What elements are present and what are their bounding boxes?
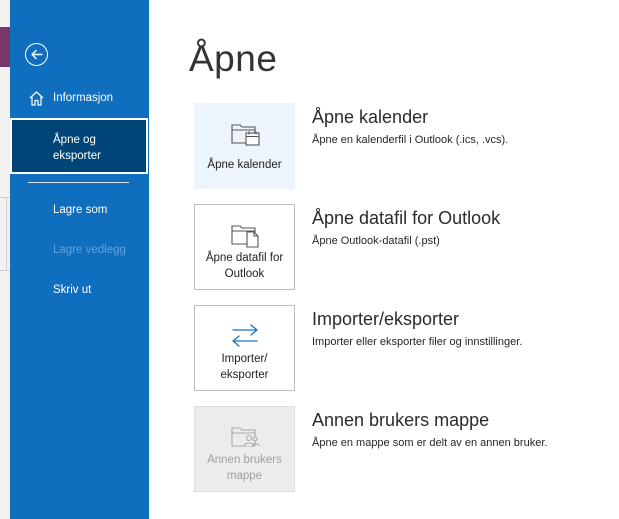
option-title: Annen brukers mappe <box>312 410 490 430</box>
background-divider <box>0 197 10 198</box>
open-datafile-icon <box>231 225 259 248</box>
open-calendar-icon <box>231 124 260 146</box>
open-calendar-button[interactable]: Åpne kalender <box>194 103 295 189</box>
other-user-folder-button: Annen brukers mappe <box>194 406 295 492</box>
nav-item-informasjon[interactable]: Informasjon <box>10 88 149 110</box>
tile-label: Åpne datafil for Outlook <box>205 252 284 280</box>
option-title: Importer/eksporter <box>312 309 460 329</box>
nav-item-label: Skriv ut <box>53 284 92 296</box>
option-title: Åpne datafil for Outlook <box>312 208 501 228</box>
tile-label: Importer/ eksporter <box>220 353 269 381</box>
tile-label: Åpne kalender <box>207 159 282 171</box>
house-icon <box>29 91 44 106</box>
back-arrow-icon <box>31 49 43 60</box>
option-description: Importer eller eksporter filer og innsti… <box>312 336 523 348</box>
option-title: Åpne kalender <box>312 107 429 127</box>
option-description: Åpne en kalenderfil i Outlook (.ics, .vc… <box>312 134 509 146</box>
background-divider <box>0 270 10 271</box>
nav-item-label: Lagre som <box>53 204 108 216</box>
back-button[interactable] <box>25 43 48 66</box>
page-title: Åpne <box>189 38 278 79</box>
import-export-button[interactable]: Importer/ eksporter <box>194 305 295 391</box>
import-export-arrows-icon <box>232 324 258 347</box>
open-datafile-button[interactable]: Åpne datafil for Outlook <box>194 204 295 290</box>
background-window-strip <box>0 0 10 519</box>
nav-item-apne-og-eksporter[interactable]: Åpne og eksporter <box>10 118 148 174</box>
background-header-band <box>0 27 10 67</box>
tile-label: Annen brukers mappe <box>207 454 282 482</box>
option-description: Åpne en mappe som er delt av en annen br… <box>312 437 548 449</box>
nav-separator <box>28 182 129 183</box>
background-divider <box>6 198 7 270</box>
nav-item-label: Åpne og eksporter <box>53 134 101 162</box>
nav-item-label: Lagre vedlegg <box>53 244 126 256</box>
nav-item-label: Informasjon <box>53 92 114 104</box>
option-description: Åpne Outlook-datafil (.pst) <box>312 235 440 247</box>
backstage-nav: Informasjon Åpne og eksporter Lagre som … <box>10 0 149 519</box>
shared-folder-icon <box>231 427 260 447</box>
